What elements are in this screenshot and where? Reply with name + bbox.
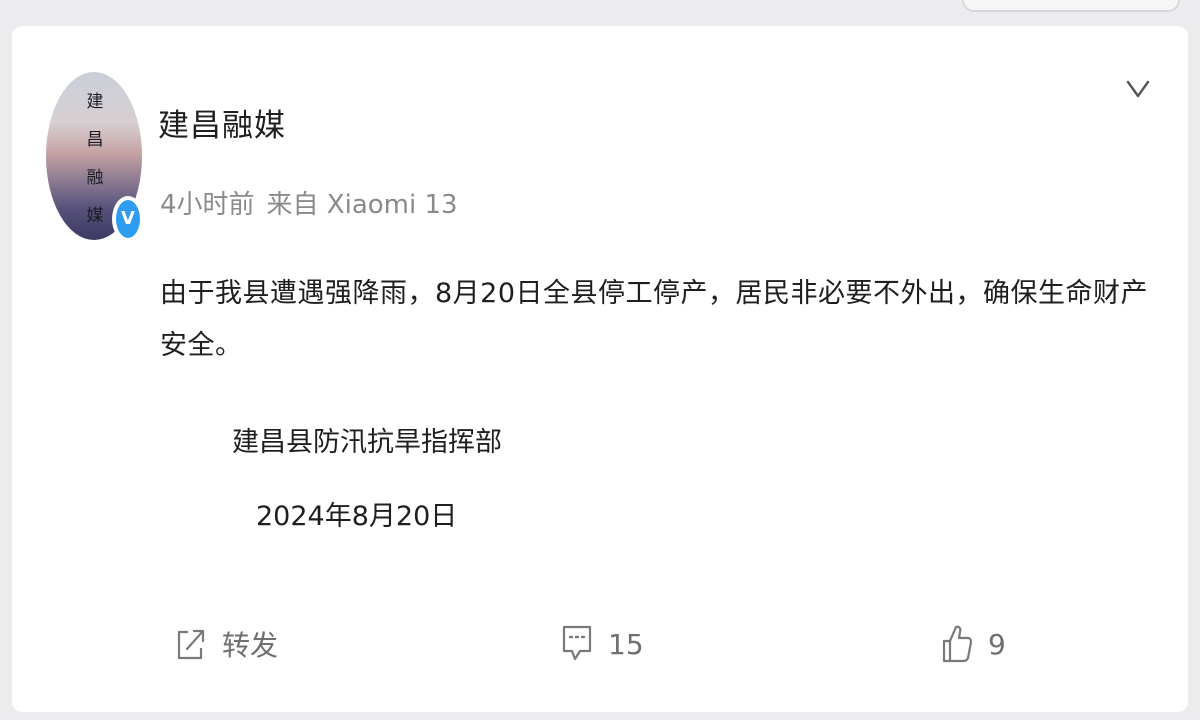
post-content: 由于我县遭遇强降雨，8月20日全县停工停产，居民非必要不外出，确保生命财产 安全… [160,268,1150,372]
avatar-text: 媒 [86,206,104,226]
comment-icon [562,625,592,661]
chevron-down-icon[interactable] [1124,70,1152,106]
post-date: 2024年8月20日 [256,501,458,532]
comment-count: 15 [608,627,644,661]
top-search-pill[interactable] [962,0,1180,12]
post-content-line: 安全。 [160,330,243,361]
like-button[interactable]: 9 [940,622,1006,666]
comment-button[interactable]: 15 [560,622,644,666]
repost-button[interactable]: 转发 [174,622,278,666]
verified-badge-icon: V [112,196,144,242]
author-name[interactable]: 建昌融媒 [158,100,286,145]
thumbs-up-icon [942,625,973,663]
like-count: 9 [988,627,1006,661]
post-meta: 4小时前 来自 Xiaomi 13 [160,184,470,221]
post-content-line: 由于我县遭遇强降雨，8月20日全县停工停产，居民非必要不外出，确保生命财产 [160,278,1149,309]
post-signature: 建昌县防汛抗旱指挥部 [232,427,502,458]
post-source: 来自 Xiaomi 13 [266,190,458,220]
post-time[interactable]: 4小时前 [160,190,255,220]
top-strip [0,0,1200,24]
repost-label: 转发 [222,629,279,662]
verified-badge-label: V [116,200,140,238]
share-icon [177,629,205,660]
avatar-text: 建 [86,92,104,112]
avatar-text: 融 [86,168,104,188]
avatar-text: 昌 [86,130,104,150]
